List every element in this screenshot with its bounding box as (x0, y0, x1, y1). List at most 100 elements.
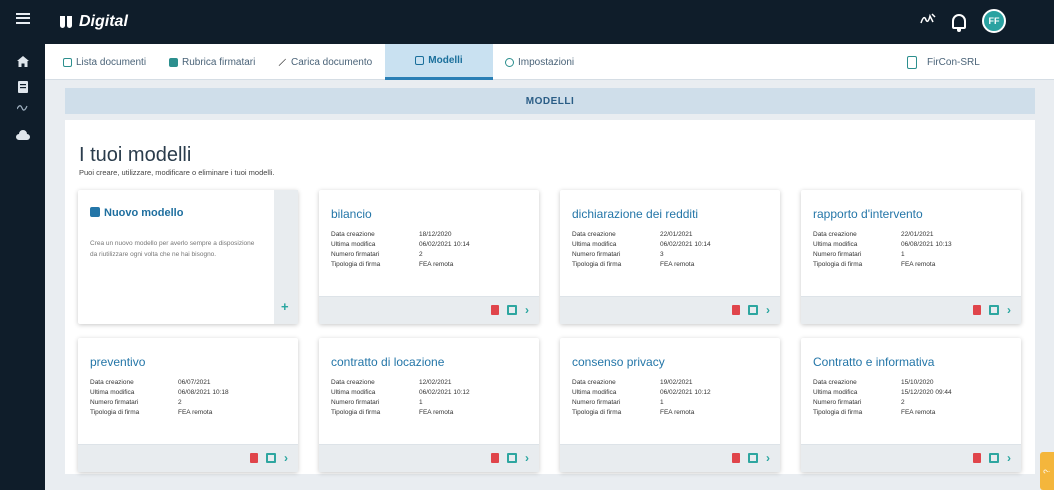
delete-icon[interactable] (732, 305, 740, 315)
template-card[interactable]: dichiarazione dei redditi Data creazione… (560, 190, 780, 324)
use-template-icon[interactable]: › (766, 304, 770, 316)
tab-impostazioni[interactable]: Impostazioni (505, 44, 574, 80)
new-template-label: Nuovo modello (104, 207, 184, 219)
sign-type-label: Tipologia di firma (572, 261, 622, 268)
tab-label: Carica documento (291, 56, 373, 68)
help-tab[interactable]: ? (1040, 452, 1054, 490)
sign-type-value: FEA remota (901, 261, 936, 268)
logo-icon (59, 14, 75, 30)
sign-type-label: Tipologia di firma (331, 261, 381, 268)
template-card[interactable]: consenso privacy Data creazione 19/02/202… (560, 338, 780, 472)
delete-icon[interactable] (732, 453, 740, 463)
template-card[interactable]: Contratto e informativa Data creazione 15… (801, 338, 1021, 472)
new-template-card[interactable]: Nuovo modello Crea un nuovo modello per … (78, 190, 298, 324)
use-template-icon[interactable]: › (1007, 304, 1011, 316)
sign-type-label: Tipologia di firma (813, 261, 863, 268)
delete-icon[interactable] (491, 453, 499, 463)
company-selector[interactable]: FirCon-SRL (907, 44, 980, 80)
edit-icon[interactable] (507, 453, 517, 463)
edit-icon[interactable] (748, 453, 758, 463)
card-actions: › (560, 444, 780, 472)
tab-label: Lista documenti (76, 56, 147, 68)
modified-value: 06/08/2021 10:18 (178, 389, 229, 396)
brand-name: Digital (79, 13, 128, 30)
template-title: preventivo (90, 355, 146, 369)
card-actions: › (801, 296, 1021, 324)
template-card[interactable]: bilancio Data creazione 18/12/2020 Ultima… (319, 190, 539, 324)
cloud-icon[interactable] (0, 126, 45, 144)
delete-icon[interactable] (491, 305, 499, 315)
add-template-button[interactable]: + (281, 299, 289, 314)
modified-value: 06/08/2021 10:13 (901, 241, 952, 248)
delete-icon[interactable] (250, 453, 258, 463)
tab-carica-documento[interactable]: Carica documento (277, 44, 372, 80)
tab-lista-documenti[interactable]: Lista documenti (63, 44, 146, 80)
created-label: Data creazione (572, 231, 616, 238)
template-title: rapporto d'intervento (813, 207, 923, 221)
signers-label: Numero firmatari (572, 251, 621, 258)
section-title: MODELLI (525, 95, 575, 107)
edit-icon[interactable] (748, 305, 758, 315)
created-value: 22/01/2021 (660, 231, 693, 238)
use-template-icon[interactable]: › (284, 452, 288, 464)
page-title: I tuoi modelli (79, 144, 192, 166)
modified-label: Ultima modifica (813, 389, 858, 396)
signers-value: 2 (901, 399, 905, 406)
created-label: Data creazione (90, 379, 134, 386)
template-card[interactable]: preventivo Data creazione 06/07/2021 Ulti… (78, 338, 298, 472)
edit-icon[interactable] (989, 305, 999, 315)
created-label: Data creazione (813, 231, 857, 238)
card-actions: › (78, 444, 298, 472)
modified-value: 06/02/2021 10:14 (419, 241, 470, 248)
signature-icon[interactable] (0, 100, 45, 114)
template-title: Contratto e informativa (813, 355, 935, 369)
sign-type-value: FEA remota (178, 409, 213, 416)
company-name: FirCon-SRL (927, 56, 980, 68)
edit-icon[interactable] (989, 453, 999, 463)
left-sidebar (0, 0, 45, 490)
page-subtitle: Puoi creare, utilizzare, modificare o el… (79, 168, 275, 177)
created-label: Data creazione (572, 379, 616, 386)
use-template-icon[interactable]: › (766, 452, 770, 464)
use-template-icon[interactable]: › (525, 304, 529, 316)
delete-icon[interactable] (973, 453, 981, 463)
template-card[interactable]: rapporto d'intervento Data creazione 22/0… (801, 190, 1021, 324)
signers-value: 1 (660, 399, 664, 406)
menu-icon[interactable] (0, 6, 45, 30)
home-icon[interactable] (0, 52, 45, 70)
modified-label: Ultima modifica (331, 389, 376, 396)
delete-icon[interactable] (973, 305, 981, 315)
document-icon[interactable] (0, 78, 45, 96)
settings-user-icon (505, 57, 514, 67)
template-title: dichiarazione dei redditi (572, 207, 699, 221)
brand-logo[interactable]: Digital (59, 13, 128, 31)
sign-type-value: FEA remota (419, 261, 454, 268)
created-value: 12/02/2021 (419, 379, 452, 386)
card-actions: › (801, 444, 1021, 472)
signers-label: Numero firmatari (813, 399, 862, 406)
tab-rubrica-firmatari[interactable]: Rubrica firmatari (169, 44, 255, 80)
pen-icon (277, 57, 287, 67)
new-template-description: Crea un nuovo modello per averlo sempre … (90, 240, 255, 258)
template-card[interactable]: contratto di locazione Data creazione 12/… (319, 338, 539, 472)
use-template-icon[interactable]: › (525, 452, 529, 464)
nav-tabs: Lista documenti Rubrica firmatari Carica… (45, 44, 1054, 80)
company-document-icon (907, 55, 917, 69)
help-icon: ? (1042, 468, 1052, 474)
new-template-strip: + (274, 190, 298, 324)
notification-bell-icon[interactable] (952, 13, 966, 32)
signature-shortcut-icon[interactable] (920, 12, 936, 30)
edit-icon[interactable] (507, 305, 517, 315)
use-template-icon[interactable]: › (1007, 452, 1011, 464)
tab-modelli[interactable]: Modelli (385, 44, 493, 80)
sign-type-label: Tipologia di firma (813, 409, 863, 416)
sign-type-value: FEA remota (901, 409, 936, 416)
edit-icon[interactable] (266, 453, 276, 463)
sign-type-label: Tipologia di firma (572, 409, 622, 416)
templates-panel: I tuoi modelli Puoi creare, utilizzare, … (65, 120, 1035, 474)
template-title: bilancio (331, 207, 372, 221)
signers-label: Numero firmatari (572, 399, 621, 406)
user-avatar[interactable]: FF (982, 9, 1006, 33)
created-label: Data creazione (331, 379, 375, 386)
signers-label: Numero firmatari (331, 399, 380, 406)
